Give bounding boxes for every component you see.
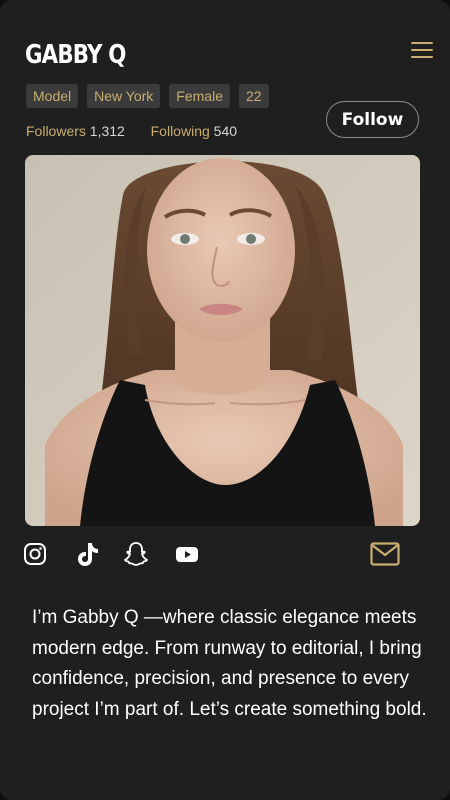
menu-icon-line xyxy=(411,42,433,44)
profile-name: GABBY Q xyxy=(25,40,126,70)
mail-icon[interactable] xyxy=(369,538,401,570)
tiktok-icon[interactable] xyxy=(73,538,101,570)
instagram-icon[interactable] xyxy=(21,538,49,570)
tag-location: New York xyxy=(87,84,161,108)
followers-label: Followers xyxy=(26,123,86,139)
followers-count: 1,312 xyxy=(89,123,125,139)
tag-occupation: Model xyxy=(26,84,79,108)
social-links xyxy=(0,538,450,574)
follow-button[interactable]: Follow xyxy=(326,101,419,138)
profile-tags: Model New York Female 22 xyxy=(26,84,269,108)
youtube-icon[interactable] xyxy=(173,538,201,570)
following-label: Following xyxy=(150,123,210,139)
profile-stats: Followers 1,312 Following 540 xyxy=(26,123,237,139)
profile-screen: GABBY Q Model New York Female 22 Followe… xyxy=(0,0,450,800)
snapchat-icon[interactable] xyxy=(122,538,150,570)
menu-icon-line xyxy=(411,49,433,51)
menu-icon-line xyxy=(411,56,433,58)
tag-gender: Female xyxy=(169,84,230,108)
profile-bio: I’m Gabby Q —where classic elegance meet… xyxy=(32,607,427,720)
profile-photo xyxy=(25,155,420,526)
portrait-photo xyxy=(25,155,420,526)
menu-icon[interactable] xyxy=(411,42,433,58)
following-count: 540 xyxy=(213,123,238,139)
tag-age: 22 xyxy=(238,84,269,108)
